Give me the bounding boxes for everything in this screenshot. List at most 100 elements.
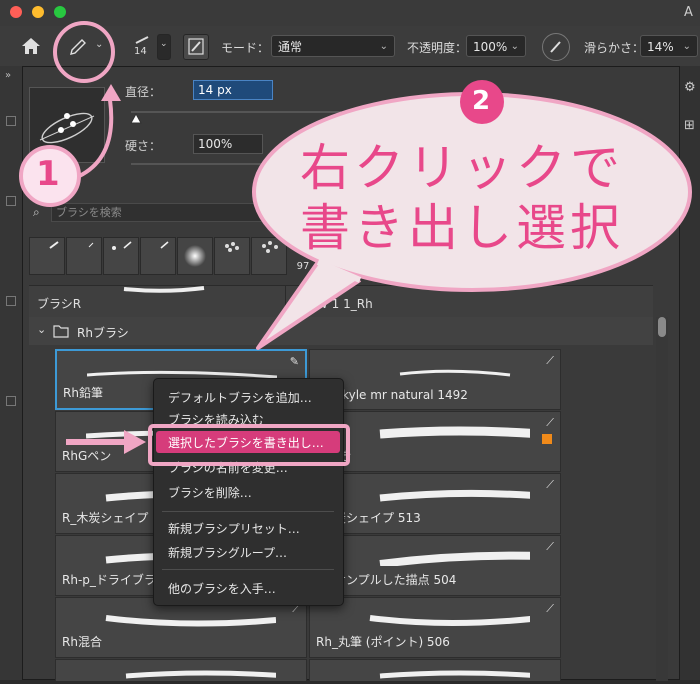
callout-line-2: 書き出し選択 xyxy=(300,199,624,257)
pencil-icon: ✎ xyxy=(289,355,299,368)
brush-icon: ⟋ xyxy=(546,478,554,491)
hardness-input[interactable]: 100% xyxy=(193,134,263,154)
brush-name: Rh-p_ドライブラ xyxy=(62,573,156,587)
context-menu: デフォルトブラシを追加… ブラシを読み込む 選択したブラシを書き出し… ブラシの… xyxy=(153,378,344,606)
diameter-input[interactable]: 14 px xyxy=(193,80,273,100)
brush-cell[interactable]: ⟋ _木炭シェイプ 513 xyxy=(309,473,561,534)
brush-cell[interactable]: ⟋ KYP-kyle mr natural 1492 xyxy=(309,349,561,410)
chevron-down-icon: ⌄ xyxy=(160,39,168,49)
zoom-window-button[interactable] xyxy=(54,6,66,18)
brush-angle-icon xyxy=(39,112,95,144)
mode-label: モード： xyxy=(221,41,270,55)
brush-search-input[interactable]: ブラシを検索 xyxy=(51,203,271,222)
opacity-label: 不透明度： xyxy=(407,41,468,55)
brush-icon: ⟋ xyxy=(546,540,554,553)
brush-group-row[interactable]: ⌄ Rhブラシ xyxy=(29,317,653,345)
brush-cell[interactable] xyxy=(55,659,307,681)
brush-stroke-preview xyxy=(379,670,530,679)
scrollbar-thumb[interactable] xyxy=(658,317,666,337)
tool-preset-picker[interactable]: ⌄ xyxy=(67,36,107,58)
tool-icon[interactable] xyxy=(6,196,16,206)
home-button[interactable] xyxy=(20,35,42,57)
window-title: A xyxy=(684,5,693,20)
menu-item-get-more-brushes[interactable]: 他のブラシを入手… xyxy=(168,580,276,597)
column-divider xyxy=(285,286,286,318)
brush-stroke-preview xyxy=(379,489,530,502)
tool-icon[interactable] xyxy=(6,296,16,306)
right-panel-strip: ⚙ ⊞ xyxy=(680,66,700,680)
minimize-window-button[interactable] xyxy=(32,6,44,18)
brush-icon: ⟋ xyxy=(546,416,554,429)
column-right-header: 鉛筆W 1 1_Rh xyxy=(292,297,373,311)
brush-stroke-preview xyxy=(105,615,276,627)
menu-item-new-brush-preset[interactable]: 新規ブラシプリセット… xyxy=(168,520,300,537)
scrollbar-track[interactable] xyxy=(656,317,668,681)
brush-cell[interactable] xyxy=(309,659,561,681)
opacity-input[interactable]: 100% ⌄ xyxy=(466,35,526,57)
diameter-label: 直径： xyxy=(125,85,162,99)
brush-size-dropdown[interactable]: ⌄ xyxy=(157,34,171,60)
recent-brush[interactable]: 97 xyxy=(214,237,272,275)
tool-icon[interactable] xyxy=(6,396,16,406)
expand-icon[interactable]: » xyxy=(5,70,11,81)
brush-stroke-preview xyxy=(379,426,530,439)
column-left-header: ブラシR xyxy=(37,297,82,311)
recent-brush[interactable]: 3 xyxy=(66,237,121,275)
search-placeholder: ブラシを検索 xyxy=(56,206,122,219)
menu-item-export-selected-brushes[interactable]: 選択したブラシを書き出し… xyxy=(168,434,324,451)
tool-icon[interactable] xyxy=(6,116,16,126)
chevron-down-icon: ⌄ xyxy=(95,39,104,50)
status-badge xyxy=(542,434,552,444)
opacity-value: 100% xyxy=(473,40,508,54)
menu-item-rename-brush[interactable]: ブラシの名前を変更… xyxy=(168,459,288,476)
menu-item-new-brush-group[interactable]: 新規ブラシグループ… xyxy=(168,544,287,561)
title-bar: A xyxy=(0,0,700,26)
recent-brush[interactable]: 97 xyxy=(251,237,309,275)
smoothing-label: 滑らかさ： xyxy=(584,41,645,55)
brush-name: Rh鉛筆 xyxy=(63,386,103,400)
diameter-slider-handle[interactable] xyxy=(130,113,142,125)
brush-size-picker[interactable]: 14 xyxy=(130,32,156,62)
diameter-value: 14 px xyxy=(198,83,232,97)
brush-cell[interactable]: ⟋ Rh_丸筆 (ポイント) 506 xyxy=(309,597,561,658)
brush-list-header: ブラシR 鉛筆W 1 1_Rh xyxy=(29,285,653,319)
brush-settings-toggle[interactable] xyxy=(183,34,209,60)
brush-cell[interactable]: ⟋ 手書き xyxy=(309,411,561,472)
recent-brush[interactable]: 9 xyxy=(140,237,195,275)
brush-cell[interactable]: ⟋ Rh混合 xyxy=(55,597,307,658)
brush-name: RhGペン xyxy=(62,449,112,463)
menu-item-load-brushes[interactable]: ブラシを読み込む xyxy=(168,411,264,428)
home-icon xyxy=(22,38,40,54)
group-name: Rhブラシ xyxy=(77,326,129,340)
brush-size-value: 14 xyxy=(134,46,147,57)
search-icon: ⌕ xyxy=(33,205,40,219)
brush-name: R_木炭シェイプ 5 xyxy=(62,511,160,525)
diameter-slider[interactable] xyxy=(131,111,341,113)
brush-icon: ⟋ xyxy=(546,602,554,615)
menu-item-add-default-brushes[interactable]: デフォルトブラシを追加… xyxy=(168,389,312,406)
menu-item-delete-brush[interactable]: ブラシを削除… xyxy=(168,484,252,501)
add-icon[interactable]: ⊞ xyxy=(684,118,695,133)
tool-strip: » xyxy=(0,66,23,680)
mode-select[interactable]: 通常 ⌄ xyxy=(271,35,395,57)
hardness-value: 100% xyxy=(198,137,233,151)
brush-stroke-preview xyxy=(369,615,530,626)
brush-stroke-preview xyxy=(125,670,276,679)
gear-icon[interactable]: ⚙ xyxy=(684,80,696,95)
brush-cell[interactable]: ⟋ り_サンプルした描点 504 xyxy=(309,535,561,596)
smoothing-input[interactable]: 14% ⌄ xyxy=(640,35,698,57)
menu-separator xyxy=(162,511,334,512)
menu-separator xyxy=(162,569,334,570)
brush-stroke-preview xyxy=(123,286,205,293)
chevron-down-icon: ⌄ xyxy=(379,41,388,52)
recent-brush[interactable] xyxy=(177,237,213,275)
brush-name: Rh_丸筆 (ポイント) 506 xyxy=(316,635,450,649)
hardness-label: 硬さ： xyxy=(125,139,162,153)
pressure-opacity-button[interactable] xyxy=(542,33,570,61)
close-window-button[interactable] xyxy=(10,6,22,18)
recent-brush[interactable]: 14 xyxy=(29,237,87,275)
brush-angle-preview[interactable] xyxy=(29,87,105,163)
brush-icon: ⟋ xyxy=(546,354,554,367)
recent-brush[interactable]: 8 xyxy=(103,237,158,275)
brush-name: Rh混合 xyxy=(62,635,102,649)
